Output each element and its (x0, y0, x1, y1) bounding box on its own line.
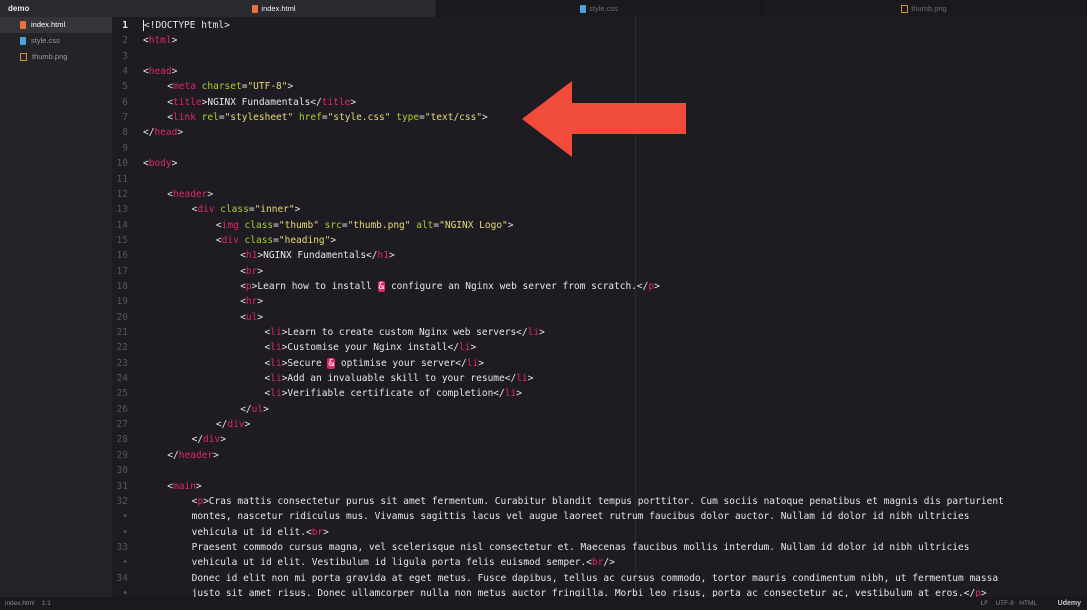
status-bar: index.html 1:1 LF UTF-8 HTML Udemy (0, 597, 1087, 610)
red-arrow-annotation (522, 81, 686, 157)
udemy-watermark: Udemy (1057, 600, 1081, 607)
status-encoding[interactable]: UTF-8 (995, 600, 1013, 607)
status-line-ending[interactable]: LF (981, 600, 989, 607)
status-right: LF UTF-8 HTML (981, 597, 1037, 610)
status-cursor-position[interactable]: 1:1 (42, 600, 51, 607)
arrow-shape (522, 81, 686, 157)
status-left: index.html 1:1 (5, 597, 51, 610)
status-file-name[interactable]: index.html (5, 600, 35, 607)
editor-window: demo index.html style.css thumb.png index.… (0, 0, 1087, 610)
status-language[interactable]: HTML (1019, 600, 1037, 607)
